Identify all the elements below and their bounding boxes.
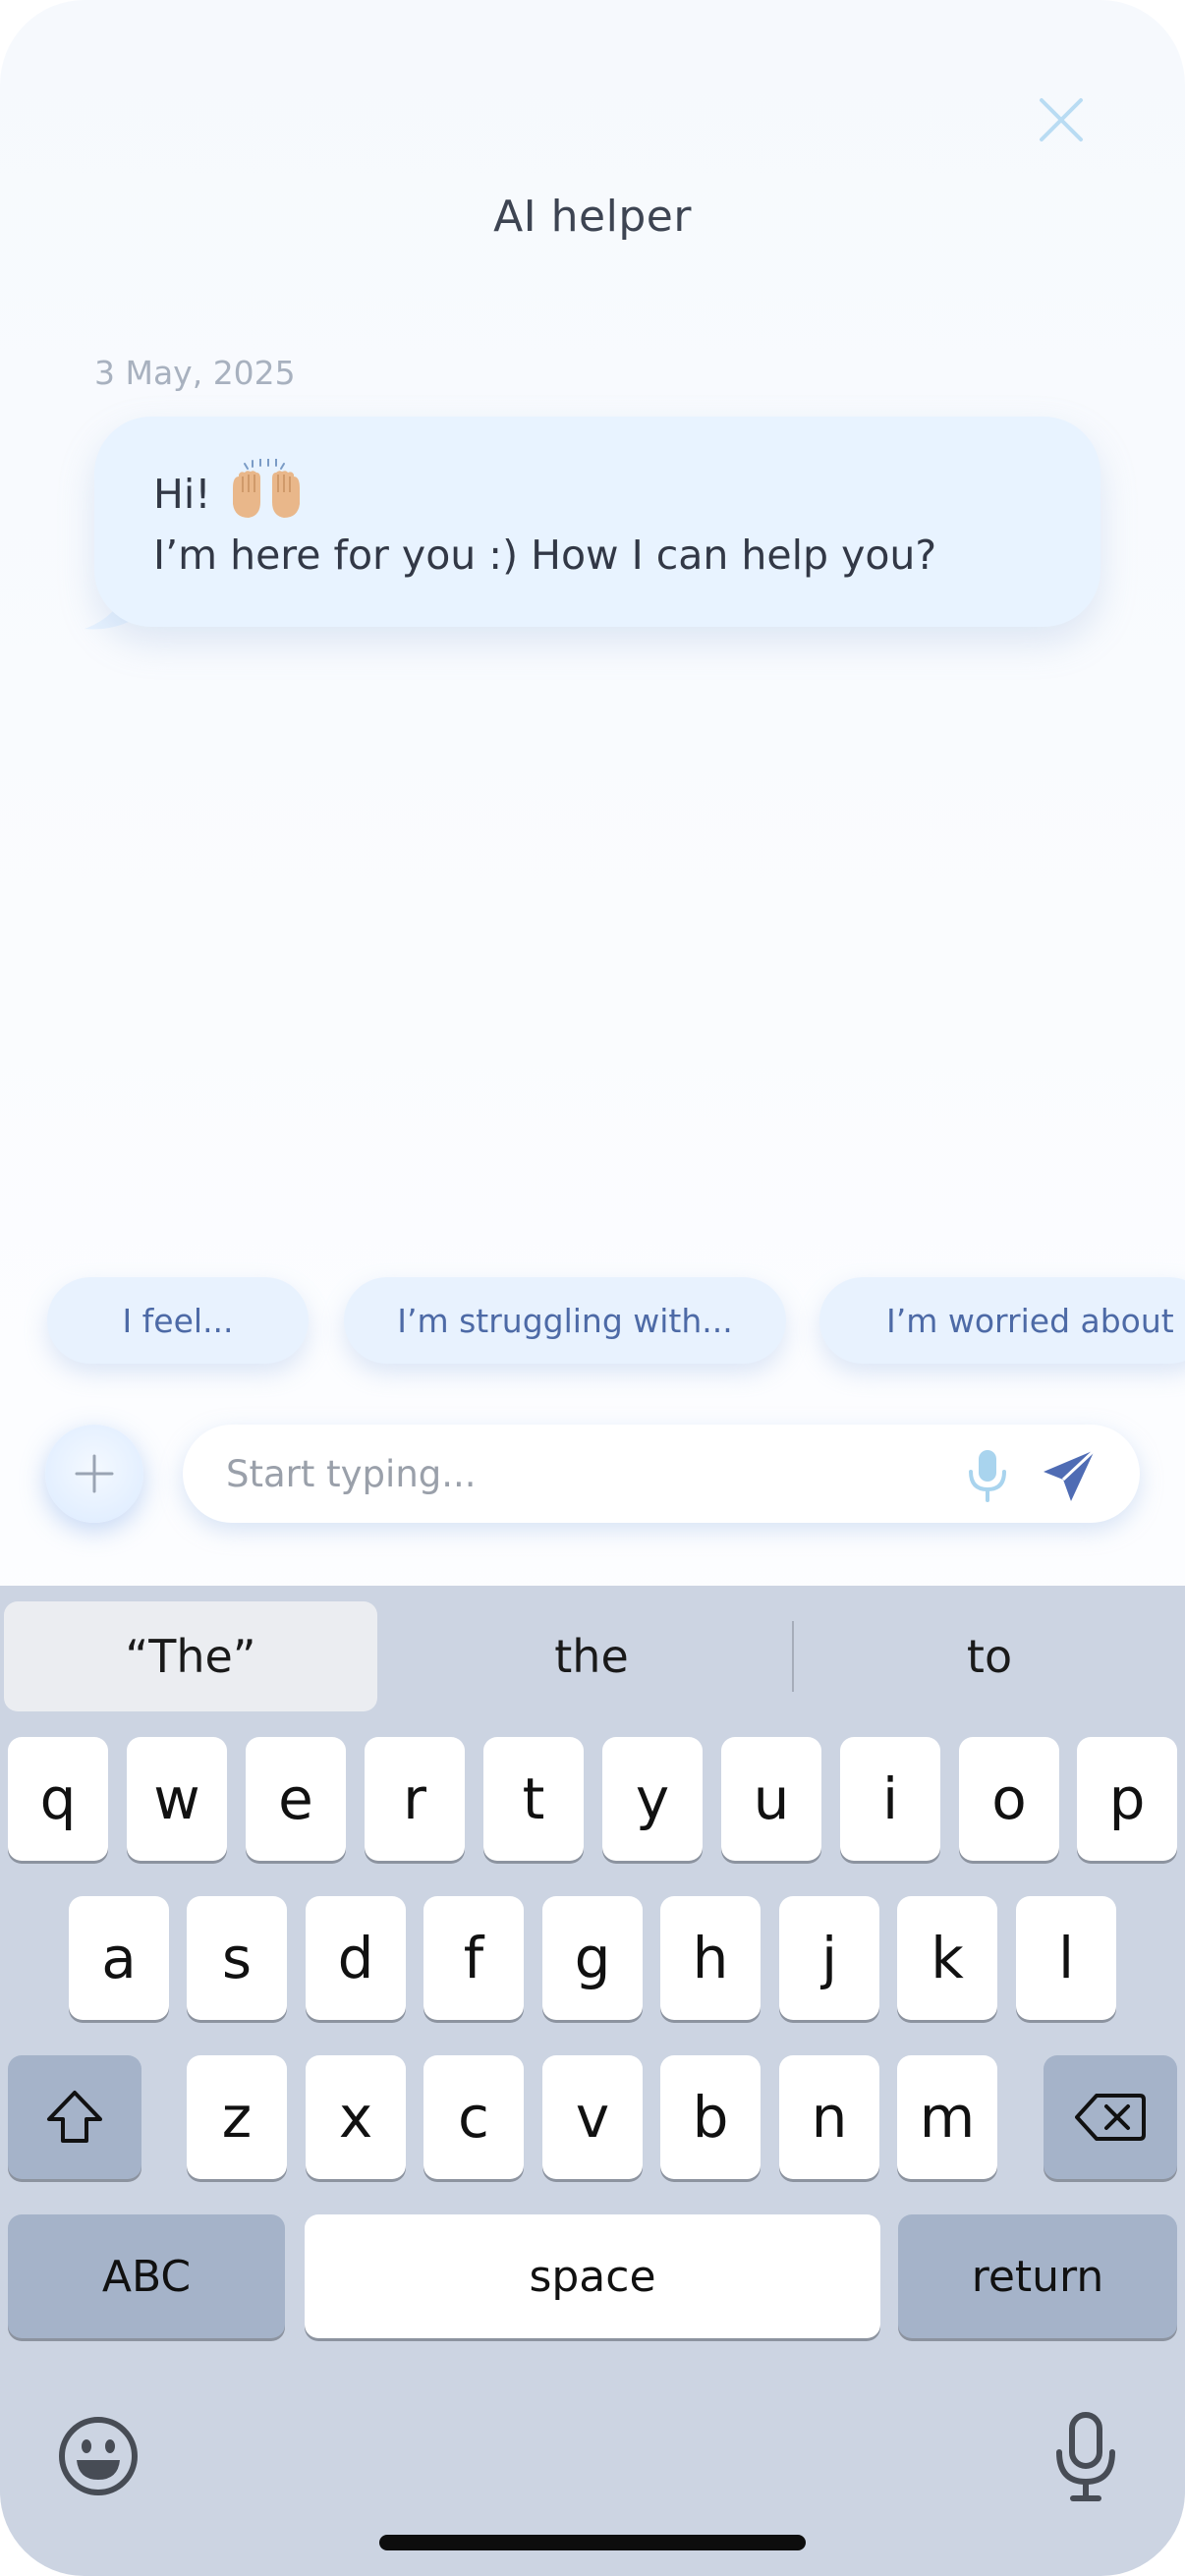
- message-greeting-text: Hi!: [153, 471, 211, 518]
- app-screen: AI helper 3 May, 2025 Hi! I’m here for y…: [0, 0, 1185, 2576]
- key-i[interactable]: i: [840, 1737, 940, 1861]
- key-u[interactable]: u: [721, 1737, 821, 1861]
- message-date: 3 May, 2025: [94, 354, 296, 392]
- key-j[interactable]: j: [779, 1896, 879, 2020]
- key-t[interactable]: t: [483, 1737, 584, 1861]
- microphone-icon[interactable]: [963, 1448, 1012, 1503]
- raising-hands-emoji: [232, 459, 300, 518]
- suggestion-chip-struggling[interactable]: I’m struggling with...: [344, 1277, 786, 1364]
- message-input[interactable]: [226, 1425, 914, 1523]
- abc-key[interactable]: ABC: [8, 2214, 285, 2338]
- page-title: AI helper: [493, 192, 692, 242]
- keyboard: “The” the to q w e r t y u i o p a s d f…: [0, 1586, 1185, 2576]
- dictation-microphone-icon[interactable]: [1053, 2411, 1118, 2503]
- key-y[interactable]: y: [602, 1737, 703, 1861]
- home-indicator: [379, 2535, 806, 2550]
- key-n[interactable]: n: [779, 2055, 879, 2179]
- key-h[interactable]: h: [660, 1896, 761, 2020]
- plus-icon: [75, 1454, 114, 1493]
- message-line-greeting: Hi!: [153, 459, 1042, 525]
- delete-icon: [1075, 2094, 1146, 2141]
- prediction-to[interactable]: to: [798, 1601, 1181, 1711]
- key-x[interactable]: x: [306, 2055, 406, 2179]
- delete-key[interactable]: [1044, 2055, 1177, 2179]
- key-z[interactable]: z: [187, 2055, 287, 2179]
- close-button[interactable]: [1032, 90, 1091, 149]
- key-k[interactable]: k: [897, 1896, 997, 2020]
- key-e[interactable]: e: [246, 1737, 346, 1861]
- key-f[interactable]: f: [423, 1896, 524, 2020]
- message-line-body: I’m here for you :) How I can help you?: [153, 532, 937, 579]
- key-v[interactable]: v: [542, 2055, 643, 2179]
- prediction-quoted-the[interactable]: “The”: [4, 1601, 377, 1711]
- suggestion-chip-worried[interactable]: I’m worried about: [819, 1277, 1185, 1364]
- ai-message-bubble: Hi! I’m here for you:) How I can help y…: [94, 417, 1100, 627]
- key-p[interactable]: p: [1077, 1737, 1177, 1861]
- emoji-icon[interactable]: [57, 2415, 140, 2497]
- key-w[interactable]: w: [127, 1737, 227, 1861]
- suggestion-chip-feel[interactable]: I feel...: [47, 1277, 309, 1364]
- key-s[interactable]: s: [187, 1896, 287, 2020]
- key-l[interactable]: l: [1016, 1896, 1116, 2020]
- prediction-the[interactable]: the: [397, 1601, 786, 1711]
- key-a[interactable]: a: [69, 1896, 169, 2020]
- attach-button[interactable]: [45, 1425, 143, 1523]
- prediction-divider: [792, 1621, 794, 1692]
- message-input-container: [183, 1425, 1140, 1523]
- key-m[interactable]: m: [897, 2055, 997, 2179]
- shift-key[interactable]: [8, 2055, 141, 2179]
- close-icon: [1040, 98, 1083, 141]
- key-g[interactable]: g: [542, 1896, 643, 2020]
- key-q[interactable]: q: [8, 1737, 108, 1861]
- key-r[interactable]: r: [365, 1737, 465, 1861]
- key-o[interactable]: o: [959, 1737, 1059, 1861]
- space-key[interactable]: space: [305, 2214, 880, 2338]
- key-b[interactable]: b: [660, 2055, 761, 2179]
- key-d[interactable]: d: [306, 1896, 406, 2020]
- return-key[interactable]: return: [898, 2214, 1177, 2338]
- shift-icon: [47, 2091, 102, 2143]
- send-icon[interactable]: [1040, 1446, 1099, 1505]
- key-c[interactable]: c: [423, 2055, 524, 2179]
